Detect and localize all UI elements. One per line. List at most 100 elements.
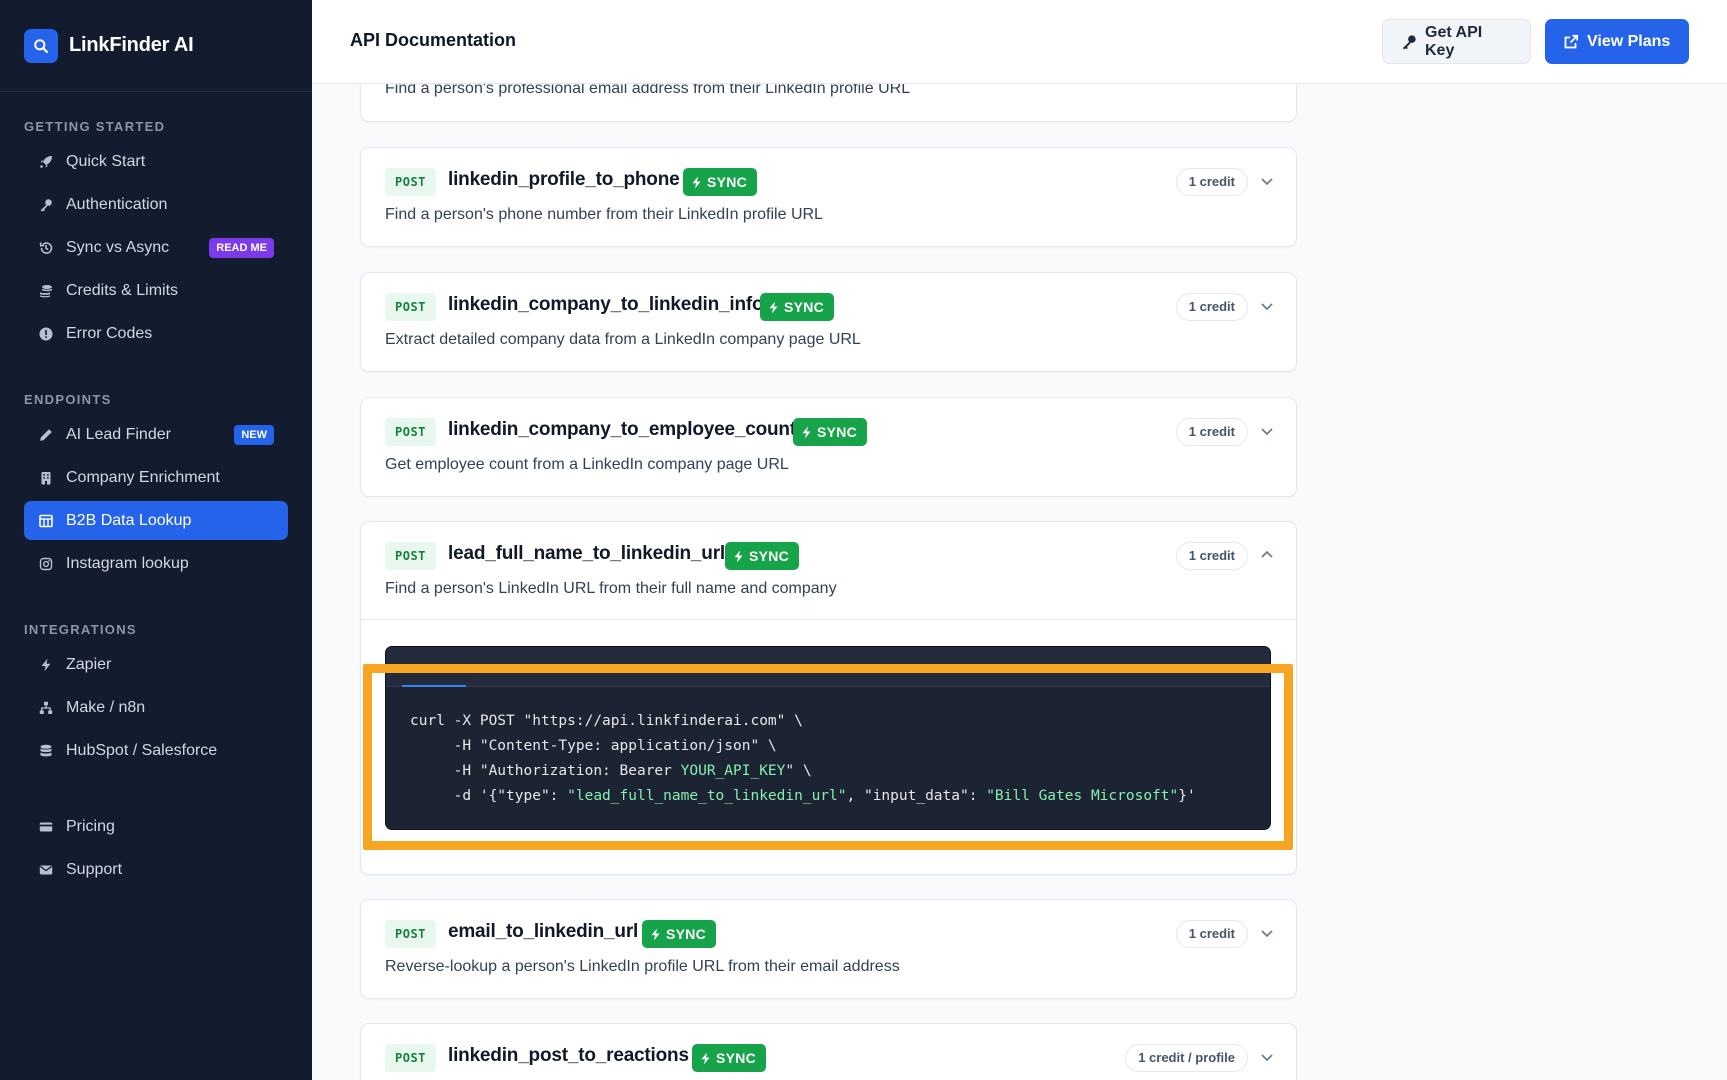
credit-badge: 1 credit <box>1175 168 1248 196</box>
endpoint-card-header[interactable]: POST lead_full_name_to_linkedin_url SYNC… <box>361 522 1296 620</box>
endpoint-description: Get employee count from a LinkedIn compa… <box>385 456 789 473</box>
sidebar-item-label: Sync vs Async <box>66 238 170 256</box>
endpoint-description: Find a person's LinkedIn URL from their … <box>385 580 837 597</box>
chevron-down-icon[interactable] <box>1260 925 1274 943</box>
sidebar-item-label: Support <box>66 860 123 878</box>
chevron-down-icon[interactable] <box>1260 173 1274 191</box>
sidebar-item-sync-vs-async[interactable]: Sync vs Async READ ME <box>24 228 288 267</box>
sync-label: SYNC <box>817 424 858 440</box>
sync-badge: SYNC <box>793 418 868 446</box>
sidebar-item-label: Authentication <box>66 195 168 213</box>
code-line: -d '{"type": "lead_full_name_to_linkedin… <box>410 788 1196 804</box>
table-icon <box>38 513 54 529</box>
sidebar-item-company-enrichment[interactable]: Company Enrichment <box>24 458 288 497</box>
endpoint-card[interactable]: POST email_to_linkedin_url SYNC Reverse-… <box>360 899 1297 999</box>
sidebar-item-label: Credits & Limits <box>66 281 179 299</box>
sync-badge: SYNC <box>642 920 717 948</box>
chevron-up-icon[interactable] <box>1260 547 1274 565</box>
endpoint-name: linkedin_profile_to_phone <box>448 169 680 190</box>
brand[interactable]: LinkFinder AI <box>0 0 312 92</box>
nav-section-footer: Pricing Support <box>0 803 312 889</box>
sync-label: SYNC <box>716 1050 757 1066</box>
search-icon <box>24 28 58 63</box>
rocket-icon <box>38 154 54 170</box>
endpoint-card-header[interactable]: POST linkedin_company_to_employee_count … <box>361 398 1296 496</box>
credit-badge: 1 credit <box>1175 418 1248 446</box>
key-icon <box>1401 34 1417 50</box>
method-badge: POST <box>385 418 436 446</box>
endpoint-card-expanded[interactable]: POST lead_full_name_to_linkedin_url SYNC… <box>360 521 1297 875</box>
history-icon <box>38 240 54 256</box>
building-icon <box>38 470 54 486</box>
sync-label: SYNC <box>666 926 707 942</box>
database-icon <box>38 743 54 759</box>
tab-curl[interactable]: cURL <box>402 655 466 687</box>
sidebar: LinkFinder AI GETTING STARTED Quick Star… <box>0 0 312 1080</box>
endpoint-card[interactable]: POST linkedin_company_to_linkedin_info S… <box>360 272 1297 372</box>
sidebar-item-quick-start[interactable]: Quick Start <box>24 142 288 181</box>
sidebar-item-hubspot-salesforce[interactable]: HubSpot / Salesforce <box>24 731 288 770</box>
code-block: cURL curl -X POST "https://api.linkfinde… <box>385 646 1271 830</box>
code-content: curl -X POST "https://api.linkfinderai.c… <box>386 687 1270 829</box>
method-badge: POST <box>385 542 436 570</box>
sidebar-item-label: HubSpot / Salesforce <box>66 741 218 759</box>
credit-badge: 1 credit <box>1175 293 1248 321</box>
sidebar-item-label: Error Codes <box>66 324 153 342</box>
sidebar-item-b2b-data-lookup[interactable]: B2B Data Lookup <box>24 501 288 540</box>
sync-badge: SYNC <box>760 293 835 321</box>
external-link-icon <box>1563 34 1579 50</box>
credit-badge: 1 credit / profile <box>1125 1044 1248 1072</box>
sync-label: SYNC <box>784 299 825 315</box>
method-badge: POST <box>385 920 436 948</box>
sidebar-item-label: Instagram lookup <box>66 554 189 572</box>
method-badge: POST <box>385 293 436 321</box>
get-api-key-button[interactable]: Get API Key <box>1382 19 1531 64</box>
sidebar-item-make-n8n[interactable]: Make / n8n <box>24 688 288 727</box>
alert-circle-icon <box>38 326 54 342</box>
method-badge: POST <box>385 1044 436 1072</box>
credit-badge: 1 credit <box>1175 542 1248 570</box>
endpoint-card-header[interactable]: POST email_to_linkedin_url SYNC Reverse-… <box>361 900 1296 998</box>
bolt-icon <box>651 928 660 940</box>
chevron-down-icon[interactable] <box>1260 1049 1274 1067</box>
endpoint-card-header[interactable]: POST linkedin_post_to_reactions SYNC 1 c… <box>361 1024 1296 1080</box>
endpoint-card-header[interactable]: POST linkedin_profile_to_phone SYNC Find… <box>361 148 1296 246</box>
sidebar-item-authentication[interactable]: Authentication <box>24 185 288 224</box>
method-badge: POST <box>385 168 436 196</box>
api-key-placeholder: YOUR_API_KEY <box>680 763 786 779</box>
page-title: API Documentation <box>350 30 517 50</box>
code-tabs: cURL <box>386 647 1270 687</box>
instagram-icon <box>38 556 54 572</box>
key-icon <box>38 197 54 213</box>
sidebar-item-error-codes[interactable]: Error Codes <box>24 314 288 353</box>
endpoint-card[interactable]: POST linkedin_company_to_employee_count … <box>360 397 1297 497</box>
chevron-down-icon[interactable] <box>1260 298 1274 316</box>
nav-heading: INTEGRATIONS <box>24 622 137 637</box>
endpoint-name: lead_full_name_to_linkedin_url <box>448 543 725 564</box>
endpoint-card[interactable]: POST linkedin_profile_to_phone SYNC Find… <box>360 147 1297 247</box>
endpoint-description: Find a person's phone number from their … <box>385 206 823 223</box>
nav-heading: ENDPOINTS <box>24 392 112 407</box>
sidebar-item-instagram-lookup[interactable]: Instagram lookup <box>24 544 288 583</box>
code-line: -H "Content-Type: application/json" \ <box>410 738 777 754</box>
bolt-icon <box>769 301 778 313</box>
sync-badge: SYNC <box>692 1044 767 1072</box>
code-line: curl -X POST "https://api.linkfinderai.c… <box>410 713 803 729</box>
code-line: -H "Authorization: Bearer YOUR_API_KEY" … <box>410 763 812 779</box>
sidebar-item-support[interactable]: Support <box>24 850 288 889</box>
chevron-down-icon[interactable] <box>1260 423 1274 441</box>
main-content: Find a person's professional email addre… <box>312 0 1727 1080</box>
sidebar-item-label: AI Lead Finder <box>66 425 171 443</box>
bolt-icon <box>692 176 701 188</box>
sidebar-item-ai-lead-finder[interactable]: AI Lead Finder NEW <box>24 415 288 454</box>
sidebar-item-label: Zapier <box>66 655 112 673</box>
new-badge: NEW <box>234 425 274 445</box>
sidebar-item-pricing[interactable]: Pricing <box>24 807 288 846</box>
endpoint-name: linkedin_company_to_employee_count <box>448 419 796 440</box>
sidebar-item-zapier[interactable]: Zapier <box>24 645 288 684</box>
endpoint-card[interactable]: POST linkedin_post_to_reactions SYNC 1 c… <box>360 1023 1297 1080</box>
sidebar-item-credits-limits[interactable]: Credits & Limits <box>24 271 288 310</box>
view-plans-button[interactable]: View Plans <box>1545 19 1689 64</box>
endpoint-card-header[interactable]: POST linkedin_company_to_linkedin_info S… <box>361 273 1296 371</box>
sidebar-item-label: Pricing <box>66 817 115 835</box>
